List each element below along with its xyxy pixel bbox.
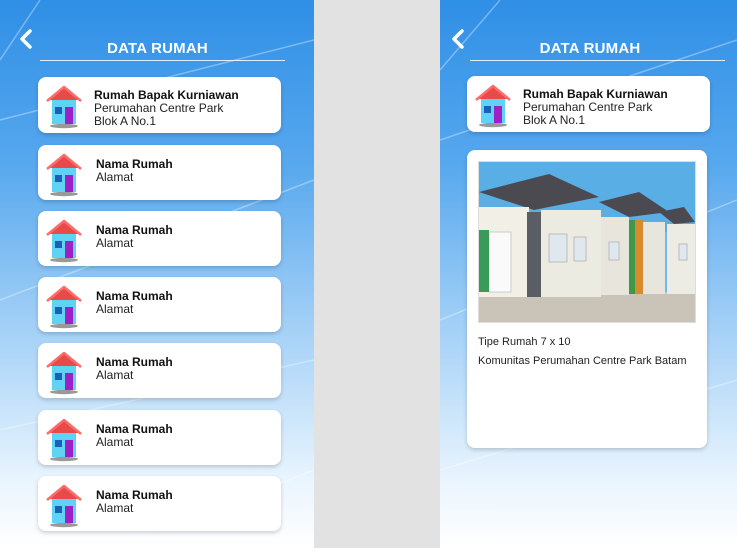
house-list-item-text: Nama Rumah Alamat [96,158,173,184]
house-address-line2: Blok A No.1 [523,113,586,127]
house-icon [475,84,511,128]
house-list-item-text: Nama Rumah Alamat [96,224,173,250]
house-list-item[interactable]: Nama Rumah Alamat [38,145,281,200]
house-icon [46,484,82,528]
house-detail-screen: DATA RUMAH Rumah Bapak Kurniawan Perumah… [440,0,737,548]
screen-gap [314,0,440,548]
page-title: DATA RUMAH [107,40,208,57]
house-icon [46,219,82,263]
house-icon [46,153,82,197]
house-list-item[interactable]: Nama Rumah Alamat [38,410,281,465]
house-list-item-text: Rumah Bapak Kurniawan Perumahan Centre Pa… [94,89,239,128]
house-list-screen: DATA RUMAH Rumah Bapak Kurniawan Perumaha… [0,0,314,548]
house-icon [46,351,82,395]
back-button[interactable] [16,28,38,50]
house-list-item[interactable]: Nama Rumah Alamat [38,343,281,398]
house-address-line1: Alamat [96,302,134,316]
house-list-item-text: Nama Rumah Alamat [96,423,173,449]
house-icon [46,418,82,462]
house-address-line2: Blok A No.1 [94,114,157,128]
page-title: DATA RUMAH [539,40,641,57]
title-underline [40,60,285,61]
title-underline [470,60,725,61]
house-icon [46,285,82,329]
house-detail-card: Tipe Rumah 7 x 10 Komunitas Perumahan Ce… [467,150,707,448]
house-icon [46,85,82,129]
house-address-line1: Alamat [96,368,134,382]
house-type-text: Tipe Rumah 7 x 10 [478,336,571,348]
house-header-card: Rumah Bapak Kurniawan Perumahan Centre P… [467,76,710,132]
chevron-left-icon [20,29,32,49]
house-list-item-text: Nama Rumah Alamat [96,290,173,316]
community-text: Komunitas Perumahan Centre Park Batam [478,355,687,367]
house-photo [478,161,696,323]
house-list-item[interactable]: Rumah Bapak Kurniawan Perumahan Centre Pa… [38,77,281,133]
house-photo-image [479,162,695,322]
house-address-line1: Alamat [96,236,134,250]
house-address-line1: Alamat [96,501,134,515]
house-list-item-text: Nama Rumah Alamat [96,356,173,382]
house-list-item[interactable]: Nama Rumah Alamat [38,476,281,531]
house-list-item-text: Nama Rumah Alamat [96,489,173,515]
house-list-item[interactable]: Nama Rumah Alamat [38,211,281,266]
house-list-item[interactable]: Nama Rumah Alamat [38,277,281,332]
house-header-text: Rumah Bapak Kurniawan Perumahan Centre P… [523,88,668,127]
house-address-line1: Alamat [96,435,134,449]
house-address-line1: Alamat [96,170,134,184]
